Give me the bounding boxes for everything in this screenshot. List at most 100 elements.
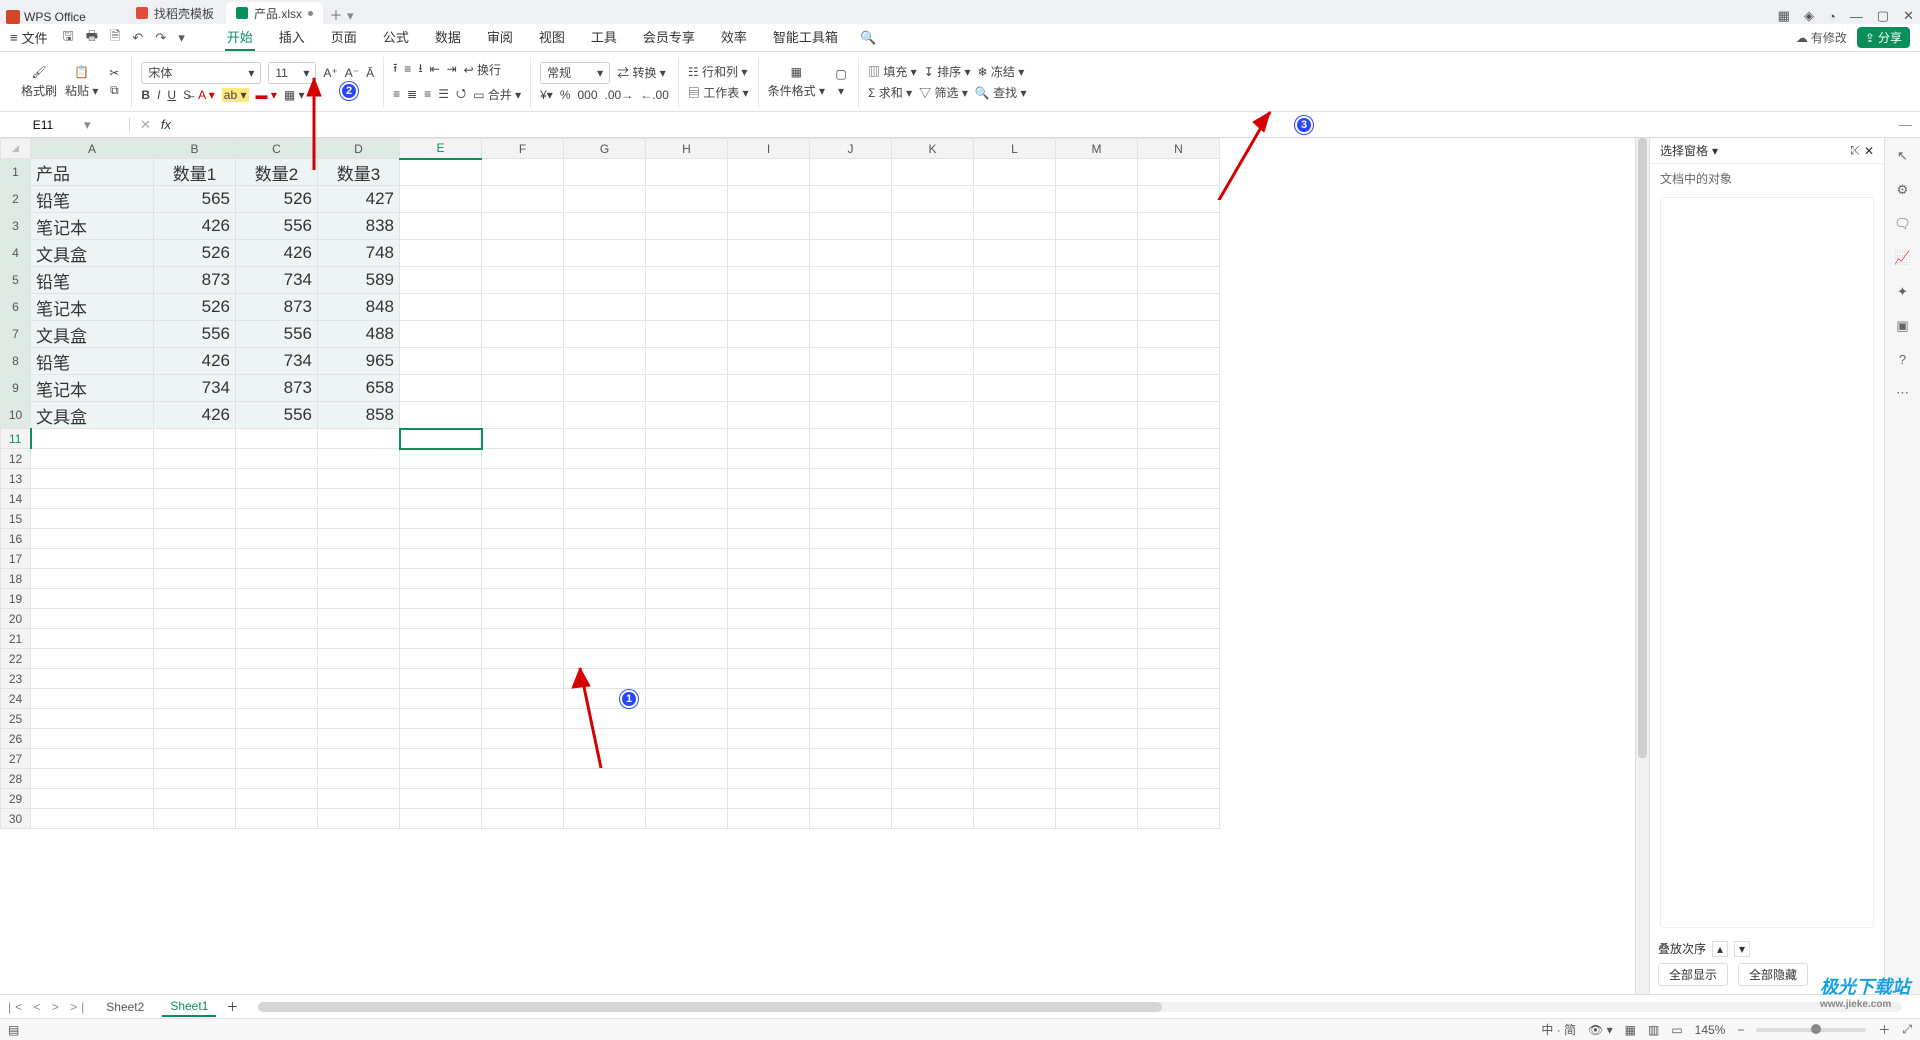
cell[interactable] — [154, 549, 236, 569]
cell[interactable] — [564, 294, 646, 321]
cell[interactable] — [646, 186, 728, 213]
rail-settings-icon[interactable]: ⚙ — [1897, 182, 1909, 198]
row-header[interactable]: 14 — [1, 489, 31, 509]
cell[interactable] — [482, 669, 564, 689]
cell[interactable] — [1138, 402, 1220, 429]
cell[interactable] — [564, 609, 646, 629]
cell[interactable] — [564, 569, 646, 589]
cell[interactable] — [1138, 729, 1220, 749]
cell[interactable] — [810, 267, 892, 294]
cell[interactable] — [810, 509, 892, 529]
align-center-icon[interactable]: ≣ — [407, 87, 417, 101]
cell[interactable] — [1056, 509, 1138, 529]
cell[interactable] — [974, 186, 1056, 213]
cell[interactable] — [482, 769, 564, 789]
col-header[interactable]: F — [482, 139, 564, 159]
cell[interactable] — [646, 809, 728, 829]
share-button[interactable]: ⇪ 分享 — [1857, 27, 1910, 48]
cell[interactable] — [1138, 509, 1220, 529]
merge-button[interactable]: ▭ 合并 ▾ — [473, 86, 521, 103]
cell[interactable] — [400, 321, 482, 348]
cell[interactable] — [154, 429, 236, 449]
cell[interactable] — [400, 240, 482, 267]
close-icon[interactable]: ✕ — [1864, 144, 1874, 158]
cell[interactable] — [1138, 689, 1220, 709]
cell[interactable]: 556 — [236, 321, 318, 348]
sheet-nav[interactable]: |< < > >| — [8, 1000, 88, 1014]
horizontal-scrollbar[interactable] — [258, 1002, 1902, 1012]
cell[interactable] — [236, 549, 318, 569]
cell[interactable] — [728, 669, 810, 689]
cell[interactable] — [482, 729, 564, 749]
cell[interactable] — [892, 348, 974, 375]
col-header[interactable]: N — [1138, 139, 1220, 159]
cell[interactable] — [892, 186, 974, 213]
cell[interactable] — [810, 749, 892, 769]
cell[interactable] — [318, 489, 400, 509]
cell[interactable] — [728, 689, 810, 709]
cell[interactable] — [1056, 749, 1138, 769]
cell[interactable] — [974, 489, 1056, 509]
cell[interactable] — [564, 489, 646, 509]
cell[interactable] — [154, 809, 236, 829]
cell[interactable] — [482, 789, 564, 809]
align-right-icon[interactable]: ≡ — [424, 87, 431, 101]
cell[interactable] — [646, 348, 728, 375]
cell[interactable] — [728, 769, 810, 789]
cell[interactable] — [564, 402, 646, 429]
cell[interactable] — [810, 321, 892, 348]
cell[interactable] — [564, 629, 646, 649]
cell[interactable] — [892, 689, 974, 709]
col-header[interactable]: M — [1056, 139, 1138, 159]
cell[interactable] — [236, 449, 318, 469]
border-button[interactable]: ▦ ▾ — [284, 88, 305, 102]
cell[interactable] — [892, 469, 974, 489]
cell[interactable] — [1056, 529, 1138, 549]
save-icon[interactable]: 🖫 — [63, 27, 74, 49]
cell[interactable] — [646, 549, 728, 569]
cell[interactable]: 数量1 — [154, 159, 236, 186]
cell[interactable] — [482, 609, 564, 629]
cell[interactable]: 556 — [236, 402, 318, 429]
row-header[interactable]: 5 — [1, 267, 31, 294]
file-menu[interactable]: ≡ 文件 — [10, 28, 48, 47]
cell[interactable] — [482, 469, 564, 489]
cell[interactable] — [1056, 240, 1138, 267]
cell[interactable] — [31, 749, 154, 769]
cell[interactable] — [810, 529, 892, 549]
cell[interactable] — [400, 729, 482, 749]
cell[interactable] — [564, 469, 646, 489]
cell[interactable] — [1056, 267, 1138, 294]
cell[interactable] — [728, 186, 810, 213]
cell[interactable] — [482, 589, 564, 609]
cell[interactable] — [892, 321, 974, 348]
format-painter-button[interactable]: 🖌 格式刷 — [21, 64, 57, 99]
row-header[interactable]: 1 — [1, 159, 31, 186]
row-header[interactable]: 26 — [1, 729, 31, 749]
cell[interactable] — [728, 569, 810, 589]
cell[interactable] — [728, 159, 810, 186]
cell[interactable] — [810, 669, 892, 689]
cell[interactable] — [974, 469, 1056, 489]
row-header[interactable]: 27 — [1, 749, 31, 769]
align-left-icon[interactable]: ≡ — [393, 87, 400, 101]
cell[interactable] — [1056, 213, 1138, 240]
cell[interactable] — [1138, 789, 1220, 809]
cell[interactable] — [482, 348, 564, 375]
row-header[interactable]: 10 — [1, 402, 31, 429]
cell[interactable] — [1138, 709, 1220, 729]
font-name-select[interactable]: 宋体▾ — [141, 62, 261, 84]
ime-indicator[interactable]: 中 · 简 — [1541, 1021, 1576, 1038]
cell[interactable] — [974, 649, 1056, 669]
cell[interactable] — [400, 689, 482, 709]
cell[interactable] — [564, 449, 646, 469]
cell[interactable] — [892, 749, 974, 769]
cell[interactable] — [1056, 159, 1138, 186]
cell[interactable] — [564, 769, 646, 789]
cell[interactable] — [974, 729, 1056, 749]
cell[interactable]: 556 — [236, 213, 318, 240]
cell[interactable] — [400, 649, 482, 669]
cell[interactable] — [1138, 669, 1220, 689]
cell[interactable] — [564, 689, 646, 709]
cell[interactable] — [646, 469, 728, 489]
